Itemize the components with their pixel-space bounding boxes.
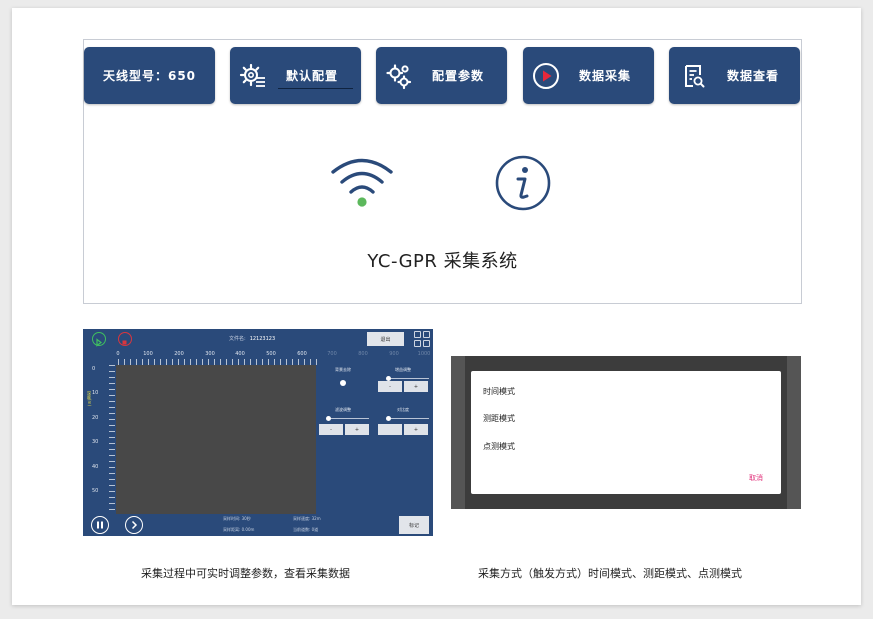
config-params-label: 配置参数 (432, 69, 485, 83)
contrast-slider-track[interactable] (387, 418, 429, 419)
gain-plus-button[interactable]: + (404, 381, 428, 392)
filter-slider-thumb[interactable] (326, 416, 331, 421)
x-tick-label: 100 (143, 351, 153, 357)
gain-minus-button[interactable]: - (378, 381, 402, 392)
gain-adjust-label: 增益调整 (395, 367, 411, 372)
bg-removal-toggle[interactable] (340, 380, 346, 386)
collect-mode-dialog: 时间模式 测距模式 点测模式 取消 (471, 371, 781, 494)
gain-slider-track[interactable] (387, 378, 429, 379)
time-mode-option[interactable]: 时间模式 (483, 386, 515, 397)
x-tick-label: 800 (358, 351, 368, 357)
gears-icon (384, 61, 414, 91)
contrast-minus-button[interactable] (378, 424, 402, 435)
grid-menu-icon[interactable] (414, 331, 430, 347)
contrast-slider-thumb[interactable] (386, 416, 391, 421)
x-tick-label: 700 (327, 351, 337, 357)
antenna-model-label: 天线型号：650 (102, 69, 197, 83)
right-caption: 采集方式（触发方式）时间模式、测距模式、点测模式 (478, 567, 742, 580)
x-tick-label: 900 (389, 351, 399, 357)
default-config-button[interactable]: 默认配置 (230, 47, 361, 104)
filter-adjust-label: 滤波调整 (335, 407, 351, 412)
exit-button[interactable]: 退出 (367, 332, 404, 346)
x-tick-label: 200 (174, 351, 184, 357)
distance-mode-option[interactable]: 测距模式 (483, 413, 515, 424)
stop-icon[interactable] (118, 332, 132, 346)
left-caption: 采集过程中可实时调整参数，查看采集数据 (141, 567, 350, 580)
y-tick-label: 20 (92, 415, 99, 421)
app-home-panel: 天线型号：650 默认配置 配置参数 数据采集 数据查看 YC-GPR 采集系统 (83, 39, 802, 304)
acq-bottom-bar: 采样时间: 30秒 采样速度: 32m 采样距离: 0.00m 当前道数: 0道… (83, 514, 433, 536)
play-circle-icon (531, 61, 561, 91)
bg-removal-label: 背景去除 (335, 367, 351, 372)
y-tick-label: 30 (92, 439, 99, 445)
data-collect-label: 数据采集 (579, 69, 632, 83)
system-title: YC-GPR 采集系统 (367, 251, 518, 272)
collect-mode-screenshot: 时间模式 测距模式 点测模式 取消 (451, 356, 801, 509)
collect-time-stat: 采样时间: 30秒 (223, 516, 251, 521)
x-tick-label: 1000 (417, 351, 431, 357)
y-tick-label: 50 (92, 488, 99, 494)
x-tick-label: 600 (297, 351, 307, 357)
info-icon[interactable] (494, 154, 552, 212)
x-tick-label: 400 (235, 351, 245, 357)
contrast-plus-button[interactable]: + (404, 424, 428, 435)
file-name-label: 文件名: (229, 336, 246, 342)
filter-minus-button[interactable]: - (319, 424, 343, 435)
current-depth-stat: 当前道数: 0道 (293, 527, 319, 532)
sample-speed-stat: 采样速度: 32m (293, 516, 321, 521)
data-collect-button[interactable]: 数据采集 (523, 47, 654, 104)
wifi-icon[interactable] (329, 155, 395, 211)
default-config-label: 默认配置 (286, 69, 339, 83)
data-view-label: 数据查看 (727, 69, 780, 83)
x-tick-label: 500 (266, 351, 276, 357)
y-axis-ticks (109, 365, 115, 513)
play-icon[interactable] (92, 332, 106, 347)
default-config-underline (278, 88, 353, 89)
x-tick-label: 0 (116, 351, 120, 357)
file-name-field: 文件名: 12123123 (229, 335, 275, 342)
acq-toolbar: 文件名: 12123123 退出 (83, 329, 433, 351)
gear-list-icon (238, 61, 268, 91)
y-tick-label: 10 (92, 390, 99, 396)
depth-axis-label: 深度(m) (87, 391, 92, 407)
data-view-button[interactable]: 数据查看 (669, 47, 800, 104)
adjust-panel: 背景去除 增益调整 - + 滤波调整 - + 对比度 + (317, 365, 433, 514)
contrast-label: 对比度 (397, 407, 409, 412)
file-name-value: 12123123 (249, 336, 276, 342)
collect-distance-stat: 采样距离: 0.00m (223, 527, 255, 532)
cancel-button[interactable]: 取消 (749, 473, 763, 483)
x-tick-label: 300 (205, 351, 215, 357)
point-mode-option[interactable]: 点测模式 (483, 441, 515, 452)
y-tick-label: 0 (92, 366, 96, 372)
y-tick-label: 40 (92, 464, 99, 470)
config-params-button[interactable]: 配置参数 (376, 47, 507, 104)
antenna-model-button[interactable]: 天线型号：650 (84, 47, 215, 104)
filter-plus-button[interactable]: + (345, 424, 369, 435)
pause-icon[interactable] (91, 516, 109, 534)
radar-data-canvas[interactable] (116, 365, 316, 514)
acquisition-screenshot: 文件名: 12123123 退出 0 100 200 300 400 500 60… (83, 329, 433, 536)
document-search-icon (679, 61, 709, 91)
mark-button[interactable]: 标记 (399, 516, 429, 534)
filter-slider-track[interactable] (327, 418, 369, 419)
next-icon[interactable] (125, 516, 143, 534)
